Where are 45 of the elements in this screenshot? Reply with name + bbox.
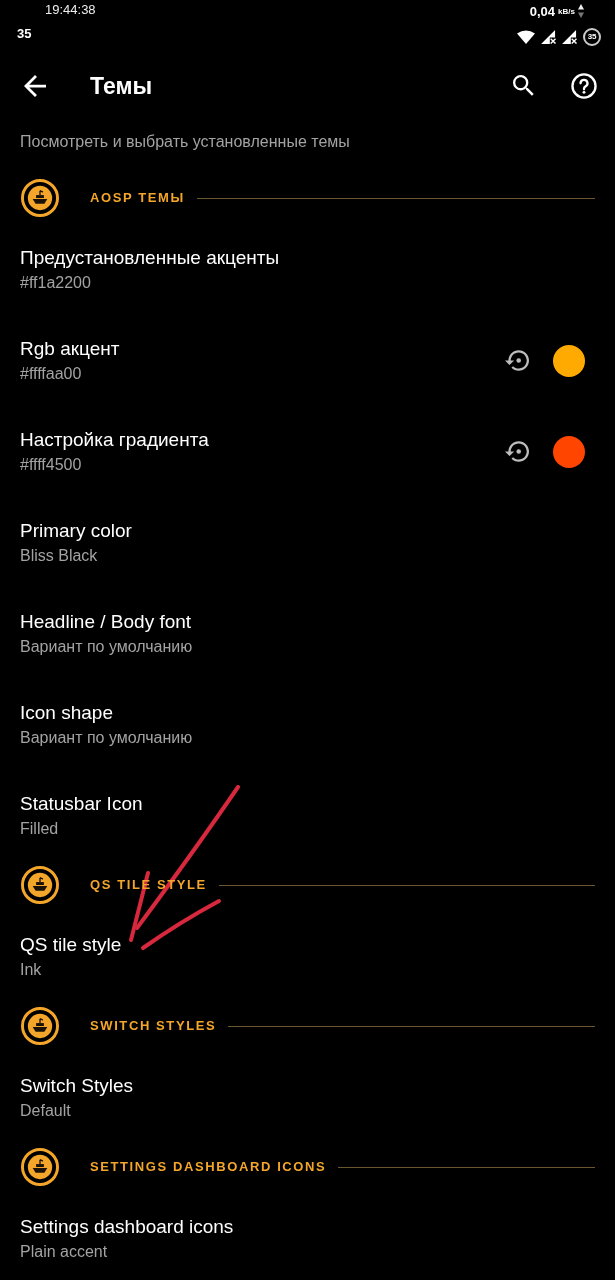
setting-value: #ff1a2200 (20, 272, 91, 293)
screen-title: Темы (90, 72, 153, 100)
status-number: 35 (17, 25, 32, 41)
setting-title[interactable]: Icon shape (20, 699, 113, 725)
setting-value: #ffff4500 (20, 454, 82, 475)
clock-time: 19:44:38 (45, 1, 96, 17)
signal-icon (562, 30, 577, 44)
reset-icon[interactable] (505, 441, 529, 462)
up-down-arrows-icon (578, 4, 584, 18)
setting-value: Default (20, 1100, 71, 1121)
battery-indicator: 35 (583, 28, 601, 46)
setting-title[interactable]: Предустановленные акценты (20, 244, 280, 270)
search-icon[interactable] (513, 75, 535, 97)
boat-emblem-icon (21, 179, 59, 217)
setting-title[interactable]: Statusbar Icon (20, 790, 143, 816)
setting-title[interactable]: Switch Styles (20, 1072, 133, 1098)
setting-value: Вариант по умолчанию (20, 636, 193, 657)
setting-value: #ffffaa00 (20, 363, 82, 384)
setting-value: Bliss Black (20, 545, 98, 566)
setting-title[interactable]: Rgb акцент (20, 335, 120, 361)
back-arrow-icon[interactable] (24, 75, 46, 97)
network-speed: 0,04 (529, 3, 556, 19)
setting-title[interactable]: Settings dashboard icons (20, 1213, 234, 1239)
setting-title[interactable]: Headline / Body font (20, 608, 192, 634)
boat-emblem-icon (21, 866, 59, 904)
section-header: SETTINGS DASHBOARD ICONS (90, 1159, 327, 1175)
color-swatch-icon[interactable] (553, 435, 585, 468)
setting-title[interactable]: Primary color (20, 517, 132, 543)
setting-title[interactable]: QS tile style (20, 931, 122, 957)
section-header: AOSP ТЕМЫ (90, 190, 185, 206)
boat-emblem-icon (21, 1148, 59, 1186)
setting-value: Вариант по умолчанию (20, 727, 193, 748)
help-icon[interactable] (571, 73, 597, 99)
setting-value: Посмотреть и выбрать установленные темы (20, 131, 350, 152)
section-header: SWITCH STYLES (90, 1018, 217, 1034)
wifi-icon (517, 30, 535, 44)
setting-value: Filled (20, 818, 59, 839)
boat-emblem-icon (21, 1007, 59, 1045)
color-swatch-icon[interactable] (553, 344, 585, 377)
setting-value: Ink (20, 959, 42, 980)
setting-title[interactable]: Настройка градиента (20, 426, 209, 452)
speed-unit: kB/s (558, 7, 575, 17)
signal-icon (541, 30, 556, 44)
reset-icon[interactable] (505, 350, 529, 371)
setting-value: Plain accent (20, 1241, 108, 1262)
